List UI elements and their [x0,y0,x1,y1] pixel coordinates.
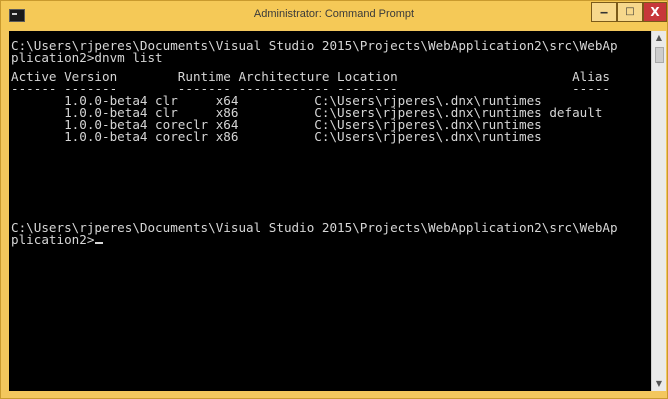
console-line: 1.0.0-beta4 coreclr x86 C:\Users\rjperes… [11,129,542,144]
console-prompt-line[interactable]: plication2> [11,232,104,247]
prompt-text: plication2> [11,232,95,247]
minimize-button[interactable]: ‒ [591,2,617,22]
console-line: C:\Users\rjperes\Documents\Visual Studio… [11,220,618,235]
vertical-scrollbar[interactable]: ▲ ▼ [651,31,666,391]
title-bar[interactable]: Administrator: Command Prompt ‒ □ X [1,1,667,30]
scroll-up-icon[interactable]: ▲ [652,31,666,45]
command-prompt-window: Administrator: Command Prompt ‒ □ X C:\U… [0,0,668,399]
scroll-down-icon[interactable]: ▼ [652,377,666,391]
close-button[interactable]: X [643,2,667,22]
window-title: Administrator: Command Prompt [253,8,415,20]
console-line: plication2>dnvm list [11,50,163,65]
maximize-button[interactable]: □ [617,2,643,22]
scrollbar-thumb[interactable] [655,47,664,63]
text-cursor [95,242,104,244]
console-output[interactable]: C:\Users\rjperes\Documents\Visual Studio… [9,31,651,391]
